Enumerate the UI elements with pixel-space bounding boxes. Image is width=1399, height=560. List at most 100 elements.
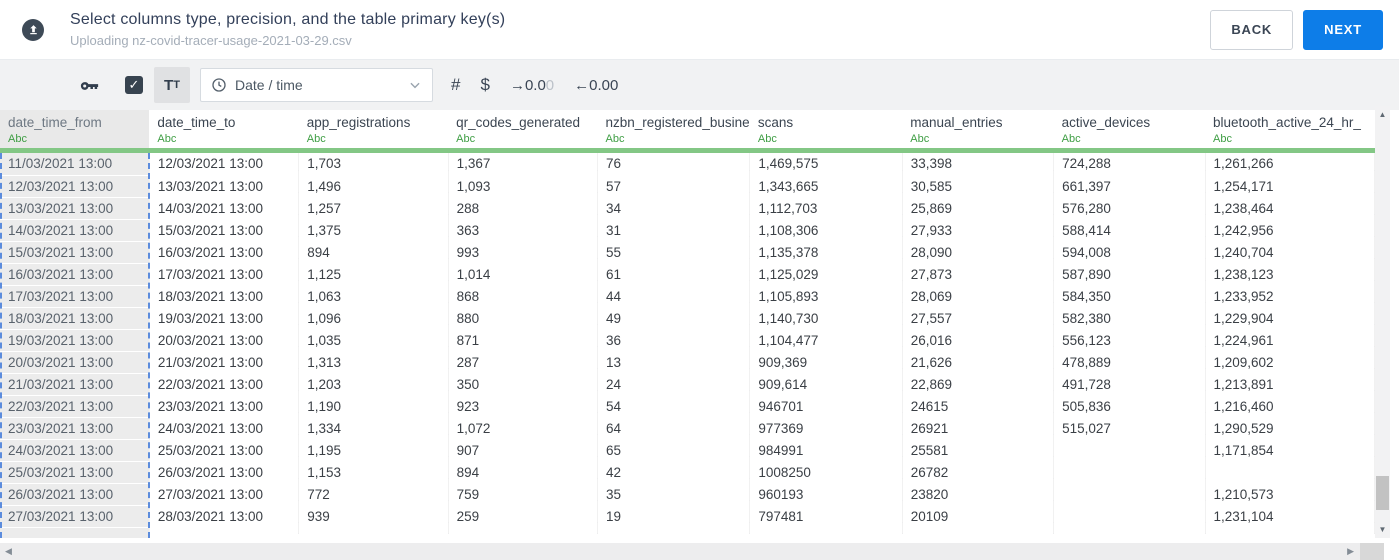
column-header-date_time_from[interactable]: date_time_from Abc — [0, 110, 150, 148]
table-cell — [1053, 483, 1206, 506]
scroll-up-icon[interactable]: ▲ — [1375, 110, 1390, 119]
table-cell: 14/03/2021 13:00 — [0, 219, 150, 242]
table-cell: 15/03/2021 13:00 — [149, 219, 300, 242]
table-cell: 1,238,464 — [1205, 197, 1375, 220]
table-cell: 1,125,029 — [749, 263, 903, 286]
column-header-app_registrations[interactable]: app_registrations Abc — [298, 110, 449, 148]
column-enabled-checkbox[interactable]: ✓ — [125, 76, 143, 94]
back-button[interactable]: BACK — [1210, 9, 1294, 50]
currency-type-button[interactable]: $ — [480, 75, 489, 95]
table-cell — [1053, 439, 1206, 462]
scroll-down-icon[interactable]: ▼ — [1375, 525, 1390, 534]
page-subtitle: Uploading nz-covid-tracer-usage-2021-03-… — [70, 33, 352, 48]
table-cell: 34 — [597, 197, 751, 220]
upload-wizard-window: Select columns type, precision, and the … — [0, 0, 1399, 560]
table-cell: 505,836 — [1053, 395, 1206, 418]
column-header-bluetooth_active_24_hr_[interactable]: bluetooth_active_24_hr_ Abc — [1205, 110, 1375, 148]
table-cell: 26921 — [902, 417, 1055, 440]
table-cell: 26/03/2021 13:00 — [0, 483, 150, 506]
table-row: 22/03/2021 13:00 23/03/2021 13:00 1,190 923… — [0, 395, 1375, 418]
scroll-left-icon[interactable]: ◀ — [5, 543, 12, 560]
column-type-toolbar: ✓ TT Date / time # $ →0.00 ←0.00 — [0, 60, 1399, 110]
table-cell: 61 — [597, 263, 751, 286]
table-cell: 26782 — [902, 461, 1055, 484]
table-cell: 24/03/2021 13:00 — [0, 439, 150, 462]
table-cell: 1,231,104 — [1205, 505, 1375, 528]
table-cell: 1,140,730 — [749, 307, 903, 330]
table-cell: 1,209,602 — [1205, 351, 1375, 374]
clock-icon — [212, 78, 226, 92]
table-cell: 1,242,956 — [1205, 219, 1375, 242]
column-header-manual_entries[interactable]: manual_entries Abc — [902, 110, 1054, 148]
table-cell: 1,367 — [448, 153, 599, 176]
table-cell: 1,112,703 — [749, 197, 903, 220]
text-type-button[interactable]: TT — [154, 67, 190, 103]
horizontal-scrollbar[interactable]: ◀ ▶ — [0, 543, 1360, 560]
table-cell: 20109 — [902, 505, 1055, 528]
increase-decimal-button[interactable]: ←0.00 — [574, 77, 618, 94]
table-cell: 49 — [597, 307, 751, 330]
column-header-date_time_to[interactable]: date_time_to Abc — [149, 110, 299, 148]
column-type-label: Abc — [157, 133, 177, 145]
scrollbar-corner — [1360, 543, 1384, 560]
table-header-row: date_time_from Abc date_time_to Abc app_regi… — [0, 110, 1375, 148]
table-cell: 1,210,573 — [1205, 483, 1375, 506]
table-cell: 582,380 — [1053, 307, 1206, 330]
table-cell: 724,288 — [1053, 153, 1206, 176]
table-cell: 1,240,704 — [1205, 241, 1375, 264]
table-cell: 588,414 — [1053, 219, 1206, 242]
table-cell: 797481 — [749, 505, 903, 528]
table-cell: 1,254,171 — [1205, 175, 1375, 198]
next-button[interactable]: NEXT — [1303, 9, 1383, 50]
table-cell: 13/03/2021 13:00 — [0, 197, 150, 220]
table-cell: 868 — [448, 285, 599, 308]
column-header-nzbn_registered_busine[interactable]: nzbn_registered_busine Abc — [597, 110, 750, 148]
table-cell: 909,614 — [749, 373, 903, 396]
table-cell: 24/03/2021 13:00 — [149, 417, 300, 440]
table-cell: 871 — [448, 329, 599, 352]
table-row: 15/03/2021 13:00 16/03/2021 13:00 894 993 55… — [0, 241, 1375, 264]
table-cell: 1,257 — [298, 197, 449, 220]
table-cell: 772 — [298, 483, 449, 506]
table-cell: 288 — [448, 197, 599, 220]
table-cell: 57 — [597, 175, 751, 198]
column-header-active_devices[interactable]: active_devices Abc — [1053, 110, 1205, 148]
header-underline-bar — [0, 148, 1375, 153]
table-row: 16/03/2021 13:00 17/03/2021 13:00 1,125 1,0… — [0, 263, 1375, 286]
vertical-scrollbar[interactable]: ▲ ▼ — [1375, 106, 1390, 538]
table-cell — [1053, 527, 1206, 539]
table-cell: 993 — [448, 241, 599, 264]
column-name-label: manual_entries — [910, 115, 1003, 130]
chevron-down-icon — [410, 82, 420, 89]
table-cell: 363 — [448, 219, 599, 242]
check-icon: ✓ — [128, 77, 140, 92]
table-cell: 594,008 — [1053, 241, 1206, 264]
table-cell: 23/03/2021 13:00 — [149, 395, 300, 418]
table-cell: 556,123 — [1053, 329, 1206, 352]
table-cell: 576,280 — [1053, 197, 1206, 220]
vertical-scrollbar-thumb[interactable] — [1376, 476, 1389, 510]
table-cell: 1,233,952 — [1205, 285, 1375, 308]
column-header-qr_codes_generated[interactable]: qr_codes_generated Abc — [448, 110, 598, 148]
table-cell: 24615 — [902, 395, 1055, 418]
table-row: 24/03/2021 13:00 25/03/2021 13:00 1,195 907… — [0, 439, 1375, 462]
table-cell: 20/03/2021 13:00 — [149, 329, 300, 352]
table-row: 27/03/2021 13:00 28/03/2021 13:00 939 259 19… — [0, 505, 1375, 528]
decrease-decimal-label: →0.0 — [509, 76, 546, 94]
table-cell: 18/03/2021 13:00 — [149, 285, 300, 308]
table-row: 13/03/2021 13:00 14/03/2021 13:00 1,257 288… — [0, 197, 1375, 220]
number-type-button[interactable]: # — [451, 75, 460, 95]
table-cell: 33,398 — [902, 153, 1055, 176]
table-cell: 1,290,529 — [1205, 417, 1375, 440]
table-cell: 1,014 — [448, 263, 599, 286]
primary-key-icon[interactable] — [78, 74, 101, 97]
table-cell: 65 — [597, 439, 751, 462]
scroll-right-icon[interactable]: ▶ — [1347, 543, 1354, 560]
column-header-scans[interactable]: scans Abc — [749, 110, 903, 148]
decrease-decimal-button[interactable]: →0.00 — [510, 77, 554, 94]
table-row: 17/03/2021 13:00 18/03/2021 13:00 1,063 868… — [0, 285, 1375, 308]
column-type-label: Abc — [306, 133, 326, 145]
datetime-type-dropdown[interactable]: Date / time — [200, 68, 433, 102]
table-cell: 21,626 — [902, 351, 1055, 374]
table-cell: 1,703 — [298, 153, 449, 176]
